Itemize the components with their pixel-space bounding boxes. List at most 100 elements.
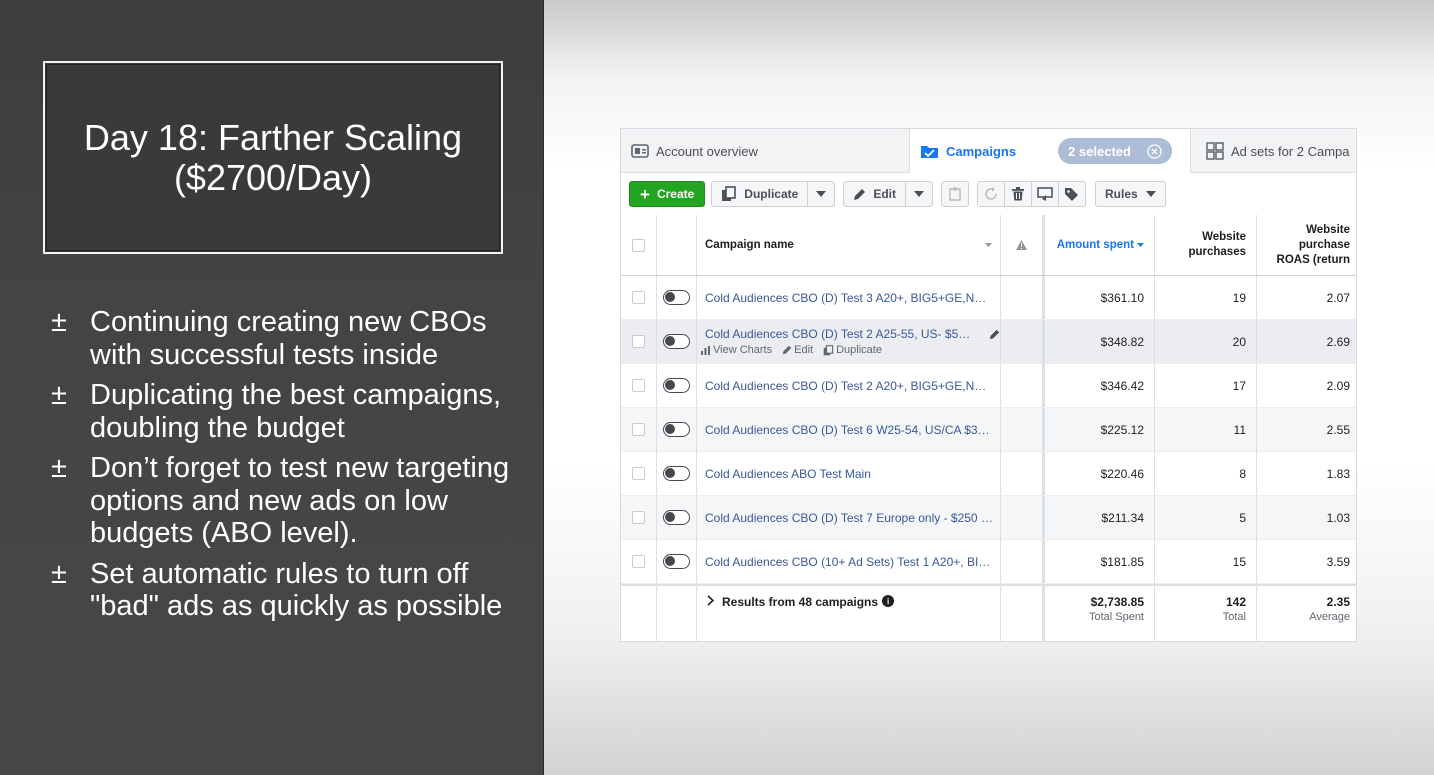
sort-caret-icon[interactable] [985,243,992,247]
account-overview-icon [631,144,649,158]
row-checkbox[interactable] [632,379,645,392]
campaign-name-link[interactable]: Cold Audiences ABO Test Main [705,467,871,481]
rename-pencil-icon[interactable] [989,329,1000,340]
campaign-status-toggle[interactable] [663,422,690,437]
campaign-name-link[interactable]: Cold Audiences CBO (D) Test 2 A25-55, US… [705,327,975,341]
slide-title: Day 18: Farther Scaling ($2700/Day) [83,116,463,198]
tab-account-label: Account overview [656,143,758,159]
row-roas-cell: 2.55 [1257,408,1356,451]
table-row[interactable]: Cold Audiences CBO (D) Test 6 W25-54, US… [621,408,1356,452]
campaign-name-link[interactable]: Cold Audiences CBO (D) Test 3 A20+, BIG5… [705,291,993,305]
campaign-status-toggle[interactable] [663,378,690,393]
website-purchases-header[interactable]: Website purchases [1155,215,1257,275]
row-name-cell: Cold Audiences CBO (D) Test 7 Europe onl… [697,496,1001,539]
tab-ad-sets[interactable]: Ad sets for 2 Campa [1206,129,1350,173]
results-summary-label: Results from 48 campaigns [722,595,879,609]
bullet-text: Continuing creating new CBOs with succes… [90,306,487,371]
row-purchases-cell: 20 [1155,320,1257,363]
campaign-name-link[interactable]: Cold Audiences CBO (D) Test 6 W25-54, US… [705,423,993,437]
delivery-warning-header[interactable] [1001,215,1045,275]
total-purchases-value: 142 [1225,595,1246,609]
view-charts-link[interactable]: View Charts [701,344,772,356]
edit-button[interactable]: Edit [843,181,906,207]
slide-title-box: Day 18: Farther Scaling ($2700/Day) [43,61,503,254]
row-edit-link[interactable]: Edit [782,344,813,356]
edit-dropdown-button[interactable] [905,181,933,207]
chevron-right-icon[interactable] [707,595,714,606]
amount-spent-header[interactable]: Amount spent [1045,215,1155,275]
table-row[interactable]: Cold Audiences CBO (D) Test 2 A25-55, US… [621,320,1356,364]
tab-campaigns[interactable]: Campaigns 2 selected [909,129,1191,173]
row-checkbox[interactable] [632,467,645,480]
row-checkbox-cell [621,408,657,451]
campaigns-table: Campaign name Amount spent Website purch… [621,215,1356,641]
row-checkbox[interactable] [632,511,645,524]
row-toggle-cell [657,320,697,363]
selected-count-pill[interactable]: 2 selected [1058,138,1172,164]
table-row[interactable]: Cold Audiences CBO (10+ Ad Sets) Test 1 … [621,540,1356,584]
campaign-name-link[interactable]: Cold Audiences CBO (D) Test 2 A20+, BIG5… [705,379,993,393]
row-amount-cell: $220.46 [1045,452,1155,495]
row-checkbox[interactable] [632,555,645,568]
row-checkbox-cell [621,540,657,583]
info-icon[interactable]: i [882,595,895,607]
duplicate-dropdown-button[interactable] [808,181,836,207]
clipboard-button[interactable] [940,181,969,207]
row-checkbox[interactable] [632,291,645,304]
roas-value: 2.07 [1326,290,1350,305]
bullet-mark: ± [51,306,67,338]
row-checkbox[interactable] [632,423,645,436]
roas-value: 2.55 [1326,422,1350,437]
selected-count-label: 2 selected [1068,143,1131,159]
refresh-button[interactable] [976,181,1005,207]
row-toggle-cell [657,496,697,539]
row-duplicate-label: Duplicate [836,344,882,356]
toolbar: + Create Duplicate Edit Rules [621,173,1356,215]
row-name-line: Cold Audiences CBO (D) Test 2 A25-55, US… [705,327,1000,341]
folder-icon [920,143,939,159]
row-checkbox[interactable] [632,335,645,348]
tab-account-overview[interactable]: Account overview [631,129,758,173]
campaign-status-toggle[interactable] [663,334,690,349]
row-roas-cell: 1.03 [1257,496,1356,539]
row-checkbox-cell [621,452,657,495]
row-purchases-cell: 15 [1155,540,1257,583]
bullet-item: ± Don’t forget to test new targeting opt… [50,452,520,550]
campaign-name-header[interactable]: Campaign name [697,215,1001,275]
bullet-text: Duplicating the best campaigns, doubling… [90,379,502,444]
toggle-header-cell [657,215,697,275]
clear-selection-icon[interactable] [1147,143,1162,159]
campaign-name-link[interactable]: Cold Audiences CBO (D) Test 7 Europe onl… [705,511,993,525]
create-button[interactable]: + Create [629,181,706,207]
table-row[interactable]: Cold Audiences ABO Test Main $220.46 8 1… [621,452,1356,496]
campaign-status-toggle[interactable] [663,554,690,569]
table-row[interactable]: Cold Audiences CBO (D) Test 7 Europe onl… [621,496,1356,540]
table-row[interactable]: Cold Audiences CBO (D) Test 3 A20+, BIG5… [621,276,1356,320]
sort-desc-icon [1137,243,1144,247]
roas-header[interactable]: Website purchase ROAS (return [1257,215,1356,275]
campaign-name-link[interactable]: Cold Audiences CBO (10+ Ad Sets) Test 1 … [705,555,993,569]
row-toggle-cell [657,364,697,407]
row-amount-cell: $211.34 [1045,496,1155,539]
campaign-status-toggle[interactable] [663,466,690,481]
row-checkbox-cell [621,496,657,539]
tag-button[interactable] [1057,181,1086,207]
row-duplicate-link[interactable]: Duplicate [823,344,882,356]
select-all-checkbox[interactable] [632,238,645,252]
row-name-cell: Cold Audiences CBO (D) Test 6 W25-54, US… [697,408,1001,451]
amount-spent-value: $225.12 [1100,422,1144,437]
bullet-mark: ± [51,452,67,484]
rules-button[interactable]: Rules [1094,181,1166,207]
tab-campaigns-label: Campaigns [946,143,1017,159]
duplicate-icon [823,344,834,355]
duplicate-button[interactable]: Duplicate [711,181,809,207]
campaign-status-toggle[interactable] [663,290,690,305]
total-purchases-label: Total [1222,611,1246,623]
table-row[interactable]: Cold Audiences CBO (D) Test 2 A20+, BIG5… [621,364,1356,408]
delete-button[interactable] [1003,181,1032,207]
results-summary-cell[interactable]: Results from 48 campaigns i [697,586,1001,641]
caret-down-icon [816,191,827,197]
campaign-status-toggle[interactable] [663,510,690,525]
total-purchases-cell: 142 Total [1155,586,1257,641]
ab-test-button[interactable] [1030,181,1059,207]
